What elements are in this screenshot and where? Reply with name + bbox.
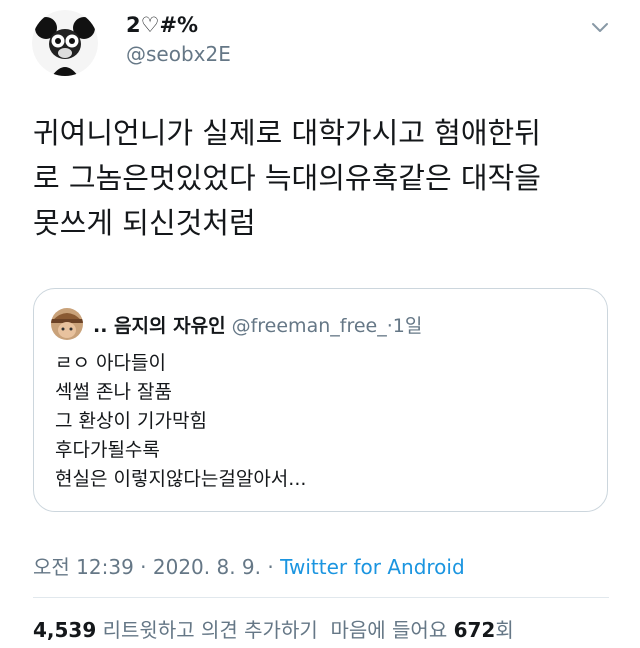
quoted-header: .. 음지의 자유인 @freeman_free_·1일 <box>93 311 422 338</box>
quoted-display-name: .. 음지의 자유인 <box>93 315 226 337</box>
quoted-author-avatar <box>51 308 83 340</box>
likes-count: 672 <box>453 618 496 642</box>
divider <box>33 597 609 598</box>
tweet-time: 오전 12:39 <box>33 555 134 579</box>
cartoon-mouse-avatar-icon <box>32 10 98 76</box>
tweet-date: 2020. 8. 9. <box>152 555 262 579</box>
tweet-stats: 4,539 리트윗하고 의견 추가하기 마음에 들어요 672회 <box>33 614 514 643</box>
quoted-time: 1일 <box>392 315 423 337</box>
author-avatar[interactable] <box>32 10 98 76</box>
tweet-source-link[interactable]: Twitter for Android <box>280 555 465 579</box>
quoted-tweet-card[interactable]: .. 음지의 자유인 @freeman_free_·1일 ㄹㅇ 아다들이 섹썰 … <box>33 288 608 512</box>
retweets-count: 4,539 <box>33 618 97 642</box>
tweet-text: 귀여니언니가 실제로 대학가시고 혐애한뒤 로 그놈은멋있었다 늑대의유혹같은 … <box>33 116 541 240</box>
likes-stat[interactable]: 마음에 들어요 672회 <box>330 618 513 642</box>
timestamp-separator: · <box>267 555 274 579</box>
retweets-stat[interactable]: 4,539 리트윗하고 의견 추가하기 <box>33 618 318 642</box>
hat-person-avatar-icon <box>51 308 83 340</box>
timestamp-separator: · <box>140 555 147 579</box>
author-display-name[interactable]: 2♡#% <box>126 13 198 37</box>
retweets-label: 리트윗하고 의견 추가하기 <box>102 618 318 642</box>
tweet-timestamp: 오전 12:39 · 2020. 8. 9. · Twitter for And… <box>33 551 465 580</box>
quoted-handle: @freeman_free_ <box>231 315 387 337</box>
chevron-down-icon[interactable] <box>588 18 612 36</box>
author-handle[interactable]: @seobx2E <box>126 42 231 66</box>
quoted-tweet-text: ㄹㅇ 아다들이 섹썰 존나 잘품 그 환상이 기가막힘 후다가될수록 현실은 이… <box>55 352 307 490</box>
likes-suffix: 회 <box>495 618 514 642</box>
likes-label: 마음에 들어요 <box>330 618 448 642</box>
